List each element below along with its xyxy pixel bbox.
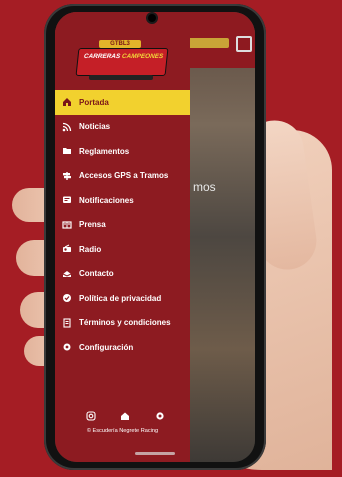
app-logo: GTBL3 CARRERAS CAMPEONES [75, 40, 169, 82]
contact-icon [61, 268, 73, 280]
menu-item-label: Configuración [79, 342, 134, 352]
menu-item-portada[interactable]: Portada [55, 90, 190, 115]
menu-item-label: Términos y condiciones [79, 318, 171, 328]
shield-icon [61, 292, 73, 304]
home-icon [61, 96, 73, 108]
notification-icon [61, 194, 73, 206]
navigation-drawer: GTBL3 CARRERAS CAMPEONES Portada Noticia… [55, 12, 190, 462]
menu-item-label: Portada [79, 97, 109, 107]
radio-icon [61, 243, 73, 255]
logo-line-carreras: CARRERAS [83, 53, 121, 60]
camera-icon [148, 14, 156, 22]
menu-item-label: Radio [79, 244, 102, 254]
menu-item-accesos-gps[interactable]: Accesos GPS a Tramos [55, 164, 190, 189]
phone-screen: mos GTBL3 CARRERAS CAMPEONES Portada Not… [55, 12, 255, 462]
menu-item-prensa[interactable]: Prensa [55, 213, 190, 238]
signpost-icon [61, 170, 73, 182]
menu-item-notificaciones[interactable]: Notificaciones [55, 188, 190, 213]
logo-underline [89, 75, 153, 80]
menu-item-label: Política de privacidad [79, 293, 162, 303]
home-icon[interactable] [120, 410, 131, 421]
menu-item-radio[interactable]: Radio [55, 237, 190, 262]
menu-item-reglamentos[interactable]: Reglamentos [55, 139, 190, 164]
menu-item-terminos[interactable]: Términos y condiciones [55, 311, 190, 336]
footer-credit: © Escudería Negrete Racing [86, 428, 159, 434]
background-partial-text: mos [193, 180, 216, 194]
instagram-icon[interactable] [85, 410, 96, 421]
menu-item-label: Contacto [79, 269, 114, 279]
rss-icon [61, 121, 73, 133]
logo-line-campeones: CAMPEONES [121, 53, 164, 60]
app-logo-small [185, 38, 229, 48]
menu-item-label: Noticias [79, 122, 111, 132]
menu-item-privacidad[interactable]: Política de privacidad [55, 286, 190, 311]
footer-icons [85, 410, 165, 421]
document-icon [61, 317, 73, 329]
home-indicator [135, 452, 175, 455]
newspaper-icon [61, 219, 73, 231]
logo-main: CARRERAS CAMPEONES [75, 48, 169, 76]
home-icon[interactable] [236, 36, 252, 52]
menu-item-label: Accesos GPS a Tramos [79, 171, 169, 181]
gear-icon [61, 341, 73, 353]
drawer-menu: Portada Noticias Reglamentos Accesos GPS… [55, 90, 190, 360]
menu-item-contacto[interactable]: Contacto [55, 262, 190, 287]
menu-item-label: Reglamentos [79, 146, 130, 156]
menu-item-label: Prensa [79, 220, 106, 230]
folder-icon [61, 145, 73, 157]
settings-icon[interactable] [154, 410, 165, 421]
menu-item-configuracion[interactable]: Configuración [55, 335, 190, 360]
menu-item-noticias[interactable]: Noticias [55, 115, 190, 140]
logo-badge: GTBL3 [99, 40, 141, 48]
menu-item-label: Notificaciones [79, 195, 134, 205]
